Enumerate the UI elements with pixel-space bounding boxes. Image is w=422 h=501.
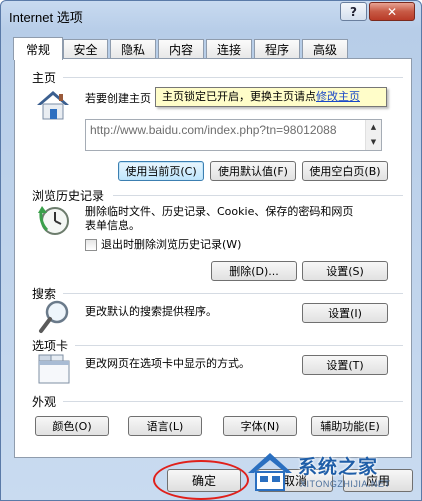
tabbed-window-icon	[37, 353, 71, 385]
languages-button[interactable]: 语言(L)	[128, 416, 202, 436]
tab-advanced[interactable]: 高级	[302, 39, 348, 59]
history-clock-icon	[35, 203, 71, 237]
scroll-up-icon[interactable]: ▲	[366, 120, 381, 135]
accessibility-button[interactable]: 辅助功能(E)	[311, 416, 389, 436]
close-button[interactable]: ✕	[369, 2, 415, 21]
modify-homepage-link[interactable]: 修改主页	[316, 90, 360, 103]
tab-connections[interactable]: 连接	[206, 39, 252, 59]
appearance-divider	[63, 401, 403, 402]
delete-on-exit-label[interactable]: 退出时删除浏览历史记录(W)	[101, 238, 241, 252]
homepage-section-title: 主页	[32, 71, 57, 85]
delete-history-button[interactable]: 删除(D)...	[211, 261, 297, 281]
use-current-page-button[interactable]: 使用当前页(C)	[118, 161, 204, 181]
fonts-button[interactable]: 字体(N)	[223, 416, 297, 436]
tabs-section-title: 选项卡	[32, 339, 69, 353]
house-icon	[35, 89, 71, 121]
appearance-section-title: 外观	[32, 395, 57, 409]
homepage-url-text: http://www.baidu.com/index.php?tn=980120…	[90, 123, 337, 137]
history-description-line1: 删除临时文件、历史记录、Cookie、保存的密码和网页	[85, 205, 354, 218]
window-title: Internet 选项	[9, 10, 83, 25]
tooltip-text: 主页锁定已开启，更换主页请点	[162, 90, 316, 103]
homepage-url-field[interactable]: http://www.baidu.com/index.php?tn=980120…	[85, 119, 382, 151]
scroll-down-icon[interactable]: ▼	[366, 135, 381, 150]
apply-button[interactable]: 应用	[343, 469, 413, 492]
homepage-divider	[63, 77, 403, 78]
search-description: 更改默认的搜索提供程序。	[85, 305, 217, 318]
history-section-title: 浏览历史记录	[32, 189, 105, 203]
search-settings-button[interactable]: 设置(I)	[302, 303, 388, 323]
highlight-circle	[153, 460, 249, 500]
history-description-line2: 表单信息。	[85, 219, 140, 232]
delete-on-exit-checkbox[interactable]	[85, 239, 97, 251]
tab-content[interactable]: 内容	[158, 39, 204, 59]
tab-privacy[interactable]: 隐私	[110, 39, 156, 59]
tabs-divider	[75, 345, 403, 346]
tabs-settings-button[interactable]: 设置(T)	[302, 355, 388, 375]
colors-button[interactable]: 颜色(O)	[35, 416, 109, 436]
tab-programs[interactable]: 程序	[254, 39, 300, 59]
tab-general[interactable]: 常规	[13, 37, 63, 60]
cancel-button[interactable]: 取消	[257, 469, 333, 492]
tab-security[interactable]: 安全	[63, 39, 108, 59]
use-default-button[interactable]: 使用默认值(F)	[210, 161, 296, 181]
history-divider	[113, 195, 403, 196]
internet-options-window: Internet 选项 ? ✕ 常规 安全 隐私 内容 连接 程序 高级 主页 …	[0, 0, 422, 501]
history-settings-button[interactable]: 设置(S)	[302, 261, 388, 281]
search-divider	[63, 293, 403, 294]
general-tab-panel: 主页 若要创建主页 主页锁定已开启，更换主页请点修改主页 http://www.…	[14, 58, 412, 458]
title-bar[interactable]: Internet 选项 ? ✕	[1, 1, 421, 31]
use-blank-button[interactable]: 使用空白页(B)	[302, 161, 388, 181]
tabs-description: 更改网页在选项卡中显示的方式。	[85, 357, 250, 370]
homepage-lock-tooltip: 主页锁定已开启，更换主页请点修改主页	[155, 87, 387, 107]
help-button[interactable]: ?	[340, 2, 367, 21]
homepage-description: 若要创建主页	[85, 92, 151, 105]
search-magnifier-icon	[37, 299, 71, 335]
url-scrollbar[interactable]: ▲ ▼	[365, 120, 381, 150]
